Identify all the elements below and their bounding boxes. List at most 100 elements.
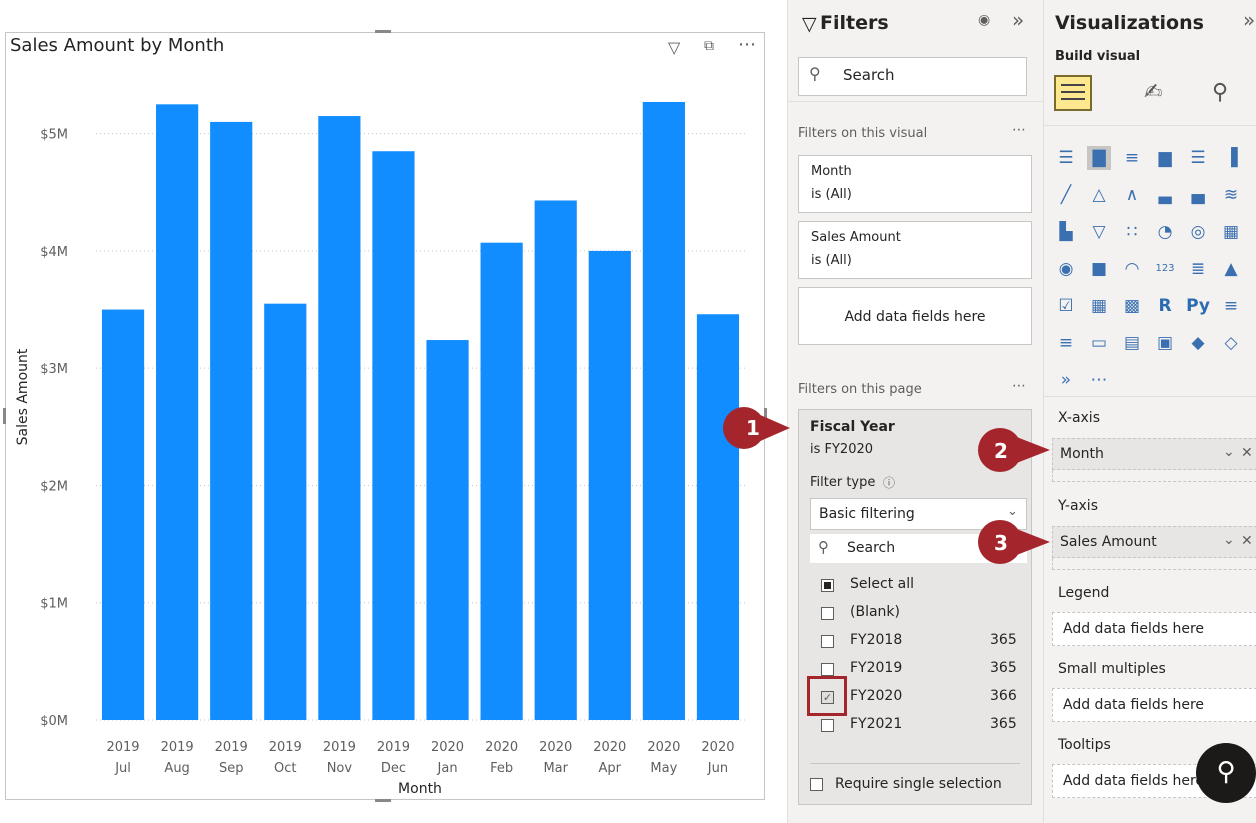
- callout-2: [978, 428, 1050, 472]
- python-visual-icon[interactable]: Py: [1186, 294, 1210, 318]
- filters-search-input[interactable]: ⚲ Search: [798, 57, 1027, 96]
- y-axis-drop-zone[interactable]: [1052, 558, 1256, 570]
- remove-icon[interactable]: ✕: [1241, 445, 1253, 461]
- legend-drop-zone[interactable]: Add data fields here: [1052, 612, 1256, 646]
- x-axis-drop-zone[interactable]: [1052, 470, 1256, 482]
- r-visual-icon[interactable]: R: [1153, 294, 1177, 318]
- key-influencers-icon[interactable]: ≡: [1219, 294, 1243, 318]
- callout-3-number: 3: [994, 531, 1008, 555]
- more-options-icon[interactable]: ⋯: [1012, 122, 1026, 138]
- chevron-down-icon[interactable]: ⌄: [1223, 444, 1235, 460]
- select-all-checkbox[interactable]: [821, 579, 834, 592]
- ribbon-chart-icon[interactable]: ≋: [1219, 183, 1243, 207]
- fiscal-year-item-checkbox[interactable]: [821, 663, 834, 676]
- clustered-column-icon[interactable]: ▇: [1087, 146, 1111, 170]
- format-visual-icon[interactable]: ✍: [1144, 80, 1162, 105]
- small-multiples-drop-label: Add data fields here: [1063, 697, 1205, 713]
- remove-icon[interactable]: ✕: [1241, 533, 1253, 549]
- add-data-fields-drop[interactable]: Add data fields here: [798, 287, 1032, 345]
- qa-icon[interactable]: ▭: [1087, 331, 1111, 355]
- stacked-bar-icon[interactable]: ☰: [1054, 146, 1078, 170]
- pie-chart-icon[interactable]: ◔: [1153, 220, 1177, 244]
- line-chart-icon[interactable]: ╱: [1054, 183, 1078, 207]
- map-icon[interactable]: ◉: [1054, 257, 1078, 281]
- visualizations-title: Visualizations: [1055, 12, 1204, 34]
- analytics-icon[interactable]: ⚲: [1212, 80, 1228, 105]
- filter-type-label: Filter type: [810, 475, 876, 490]
- waterfall-icon[interactable]: ▙: [1054, 220, 1078, 244]
- bar[interactable]: [696, 314, 740, 720]
- column-100-icon[interactable]: ▐: [1219, 146, 1243, 170]
- scatter-icon[interactable]: ∷: [1120, 220, 1144, 244]
- filter-card-sales-amount[interactable]: Sales Amount is (All): [798, 221, 1032, 279]
- eye-icon[interactable]: ◉: [978, 12, 990, 28]
- power-automate-icon[interactable]: ◇: [1219, 331, 1243, 355]
- y-tick-label: $0M: [40, 714, 68, 729]
- bar[interactable]: [534, 200, 577, 720]
- decomposition-tree-icon[interactable]: ≡: [1054, 331, 1078, 355]
- more-visuals-icon[interactable]: ⋯: [1087, 368, 1111, 392]
- tooltips-drop-label: Add data fields here: [1063, 773, 1205, 789]
- bar[interactable]: [156, 104, 199, 721]
- gauge-icon[interactable]: ◠: [1120, 257, 1144, 281]
- stacked-bar-100-icon[interactable]: ≡: [1120, 146, 1144, 170]
- x-tick-label: Jan: [437, 761, 458, 776]
- bar[interactable]: [210, 121, 253, 721]
- bar[interactable]: [318, 116, 361, 720]
- more-options-icon[interactable]: ⋯: [1012, 378, 1026, 394]
- callout-1-number: 1: [746, 416, 760, 440]
- smart-narrative-icon[interactable]: »: [1054, 368, 1078, 392]
- donut-chart-icon[interactable]: ◎: [1186, 220, 1210, 244]
- bar[interactable]: [264, 303, 307, 720]
- y-axis-title: Sales Amount: [15, 348, 31, 445]
- x-tick-label: 2020: [647, 740, 680, 755]
- bar[interactable]: [588, 250, 631, 720]
- area-chart-icon[interactable]: △: [1087, 183, 1111, 207]
- build-visual-tab[interactable]: [1054, 75, 1092, 111]
- filter-card-field: Sales Amount: [811, 230, 901, 245]
- require-single-checkbox[interactable]: [810, 778, 823, 791]
- bar[interactable]: [372, 151, 415, 720]
- info-icon[interactable]: ⓘ: [883, 474, 895, 491]
- fiscal-year-item-checkbox[interactable]: [821, 635, 834, 648]
- x-axis-field-well[interactable]: Month ⌄ ✕: [1052, 438, 1256, 470]
- table-icon[interactable]: ▦: [1087, 294, 1111, 318]
- bar[interactable]: [426, 340, 469, 720]
- y-tick-label: $5M: [40, 128, 68, 143]
- x-tick-label: 2019: [106, 740, 139, 755]
- fiscal-year-item-checkbox[interactable]: [821, 719, 834, 732]
- power-apps-icon[interactable]: ◆: [1186, 331, 1210, 355]
- clustered-bar-icon[interactable]: ☰: [1186, 146, 1210, 170]
- small-multiples-drop-zone[interactable]: Add data fields here: [1052, 688, 1256, 722]
- filter-funnel-icon: ▽: [802, 13, 817, 35]
- card-icon[interactable]: 123: [1153, 257, 1177, 281]
- stacked-area-icon[interactable]: ∧: [1120, 183, 1144, 207]
- chevron-down-icon[interactable]: ⌄: [1223, 532, 1235, 548]
- funnel-icon[interactable]: ▽: [1087, 220, 1111, 244]
- x-tick-label: Sep: [219, 761, 244, 776]
- matrix-icon[interactable]: ▩: [1120, 294, 1144, 318]
- bar[interactable]: [642, 101, 685, 721]
- paginated-report-icon[interactable]: ▣: [1153, 331, 1177, 355]
- filled-map-icon[interactable]: ■: [1087, 257, 1111, 281]
- collapse-pane-icon[interactable]: »: [1012, 8, 1024, 32]
- collapse-pane-icon[interactable]: »: [1243, 8, 1255, 32]
- fiscal-year-item-label: (Blank): [850, 604, 900, 620]
- multi-row-card-icon[interactable]: ≣: [1186, 257, 1210, 281]
- bar[interactable]: [480, 242, 523, 720]
- y-axis-field-well[interactable]: Sales Amount ⌄ ✕: [1052, 526, 1256, 558]
- filter-card-month[interactable]: Month is (All): [798, 155, 1032, 213]
- line-clustered-column-icon[interactable]: ▄: [1186, 183, 1210, 207]
- fiscal-year-item-checkbox[interactable]: [821, 607, 834, 620]
- slicer-icon[interactable]: ☑: [1054, 294, 1078, 318]
- kpi-icon[interactable]: ▲: [1219, 257, 1243, 281]
- x-tick-label: 2019: [269, 740, 302, 755]
- filter-card-state: is (All): [811, 253, 852, 268]
- treemap-icon[interactable]: ▦: [1219, 220, 1243, 244]
- stacked-column-icon[interactable]: ▆: [1153, 146, 1177, 170]
- line-column-icon[interactable]: ▃: [1153, 183, 1177, 207]
- zoom-in-icon[interactable]: ⚲: [1196, 743, 1256, 803]
- callout-2-number: 2: [994, 439, 1008, 463]
- bar[interactable]: [101, 309, 145, 720]
- narrative-icon[interactable]: ▤: [1120, 331, 1144, 355]
